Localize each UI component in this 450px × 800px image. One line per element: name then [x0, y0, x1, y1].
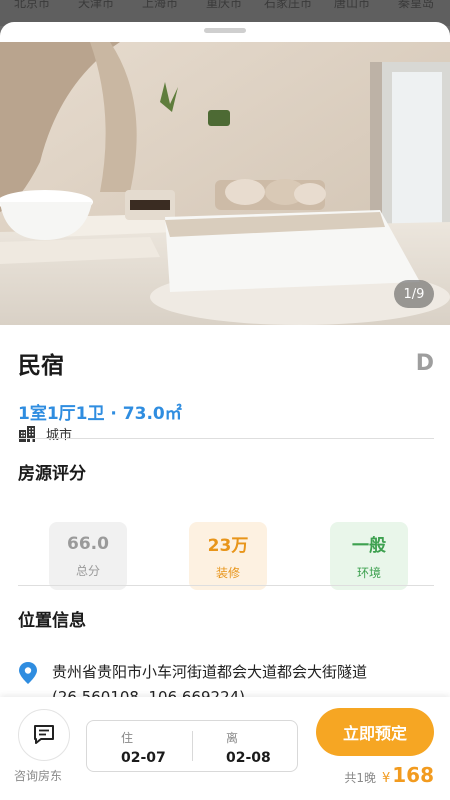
listing-header: 民宿 D — [18, 346, 434, 380]
area-type-label: 城市 — [46, 428, 73, 443]
location-pin-icon — [19, 662, 37, 684]
chat-icon — [34, 725, 54, 744]
currency-symbol: ¥ — [381, 771, 391, 786]
city-item[interactable]: 天津市 — [64, 0, 128, 11]
book-now-button[interactable]: 立即预定 — [316, 708, 434, 756]
consult-host-label: 咨询房东 — [14, 769, 63, 783]
divider — [18, 585, 434, 586]
listing-detail-sheet: 1/9 民宿 D 1室1厅1卫 · 73.0㎡ 城市 房源评分 66.0 总分 … — [0, 22, 450, 800]
score-decoration-label: 装修 — [215, 566, 240, 580]
location-section-title: 位置信息 — [18, 611, 86, 631]
score-decoration-value: 23万 — [207, 536, 249, 556]
score-card-decoration: 23万 装修 — [189, 522, 267, 590]
score-environment-value: 一般 — [352, 536, 386, 556]
checkin-date[interactable]: 住 02-07 — [87, 721, 192, 771]
checkin-label: 住 — [121, 731, 134, 745]
divider — [18, 438, 434, 439]
city-item[interactable]: 上海市 — [128, 0, 192, 11]
city-item[interactable]: 秦皇岛 — [384, 0, 448, 11]
city-item[interactable]: 石家庄市 — [256, 0, 320, 11]
room-layout: 1室1厅1卫 · 73.0㎡ — [18, 404, 182, 424]
area-type-row: 城市 — [18, 424, 72, 443]
room-photo-carousel[interactable]: 1/9 — [0, 42, 450, 325]
address-text: 贵州省贵阳市小车河街道都会大道都会大街隧道 — [52, 663, 368, 681]
score-environment-label: 环境 — [356, 566, 381, 580]
sheet-drag-handle[interactable] — [204, 28, 246, 33]
rating-section-title: 房源评分 — [18, 464, 86, 484]
city-item[interactable]: 唐山市 — [320, 0, 384, 11]
building-icon — [19, 425, 35, 442]
city-item[interactable]: 北京市 — [0, 0, 64, 11]
checkout-value: 02-08 — [226, 750, 271, 766]
score-card-environment: 一般 环境 — [330, 522, 408, 590]
consult-host-button[interactable] — [18, 709, 70, 761]
checkin-value: 02-07 — [121, 750, 166, 766]
booking-bar: 咨询房东 住 02-07 离 02-08 立即预定 共1晚 ¥ 168 — [0, 697, 450, 800]
nights-count: 共1晚 — [344, 771, 376, 785]
score-total-label: 总分 — [75, 563, 100, 578]
photo-counter: 1/9 — [394, 280, 434, 308]
price-row: 共1晚 ¥ 168 — [344, 763, 434, 787]
score-card-total: 66.0 总分 — [49, 522, 127, 590]
checkout-date[interactable]: 离 02-08 — [192, 721, 297, 771]
price-value: 168 — [392, 763, 434, 787]
date-separator — [192, 731, 193, 761]
city-item[interactable]: 重庆市 — [192, 0, 256, 11]
listing-grade: D — [415, 350, 434, 376]
listing-title: 民宿 — [18, 353, 64, 379]
room-photo — [0, 42, 450, 325]
date-selector[interactable]: 住 02-07 离 02-08 — [86, 720, 298, 772]
checkout-label: 离 — [226, 731, 239, 745]
score-total-value: 66.0 — [67, 533, 109, 554]
